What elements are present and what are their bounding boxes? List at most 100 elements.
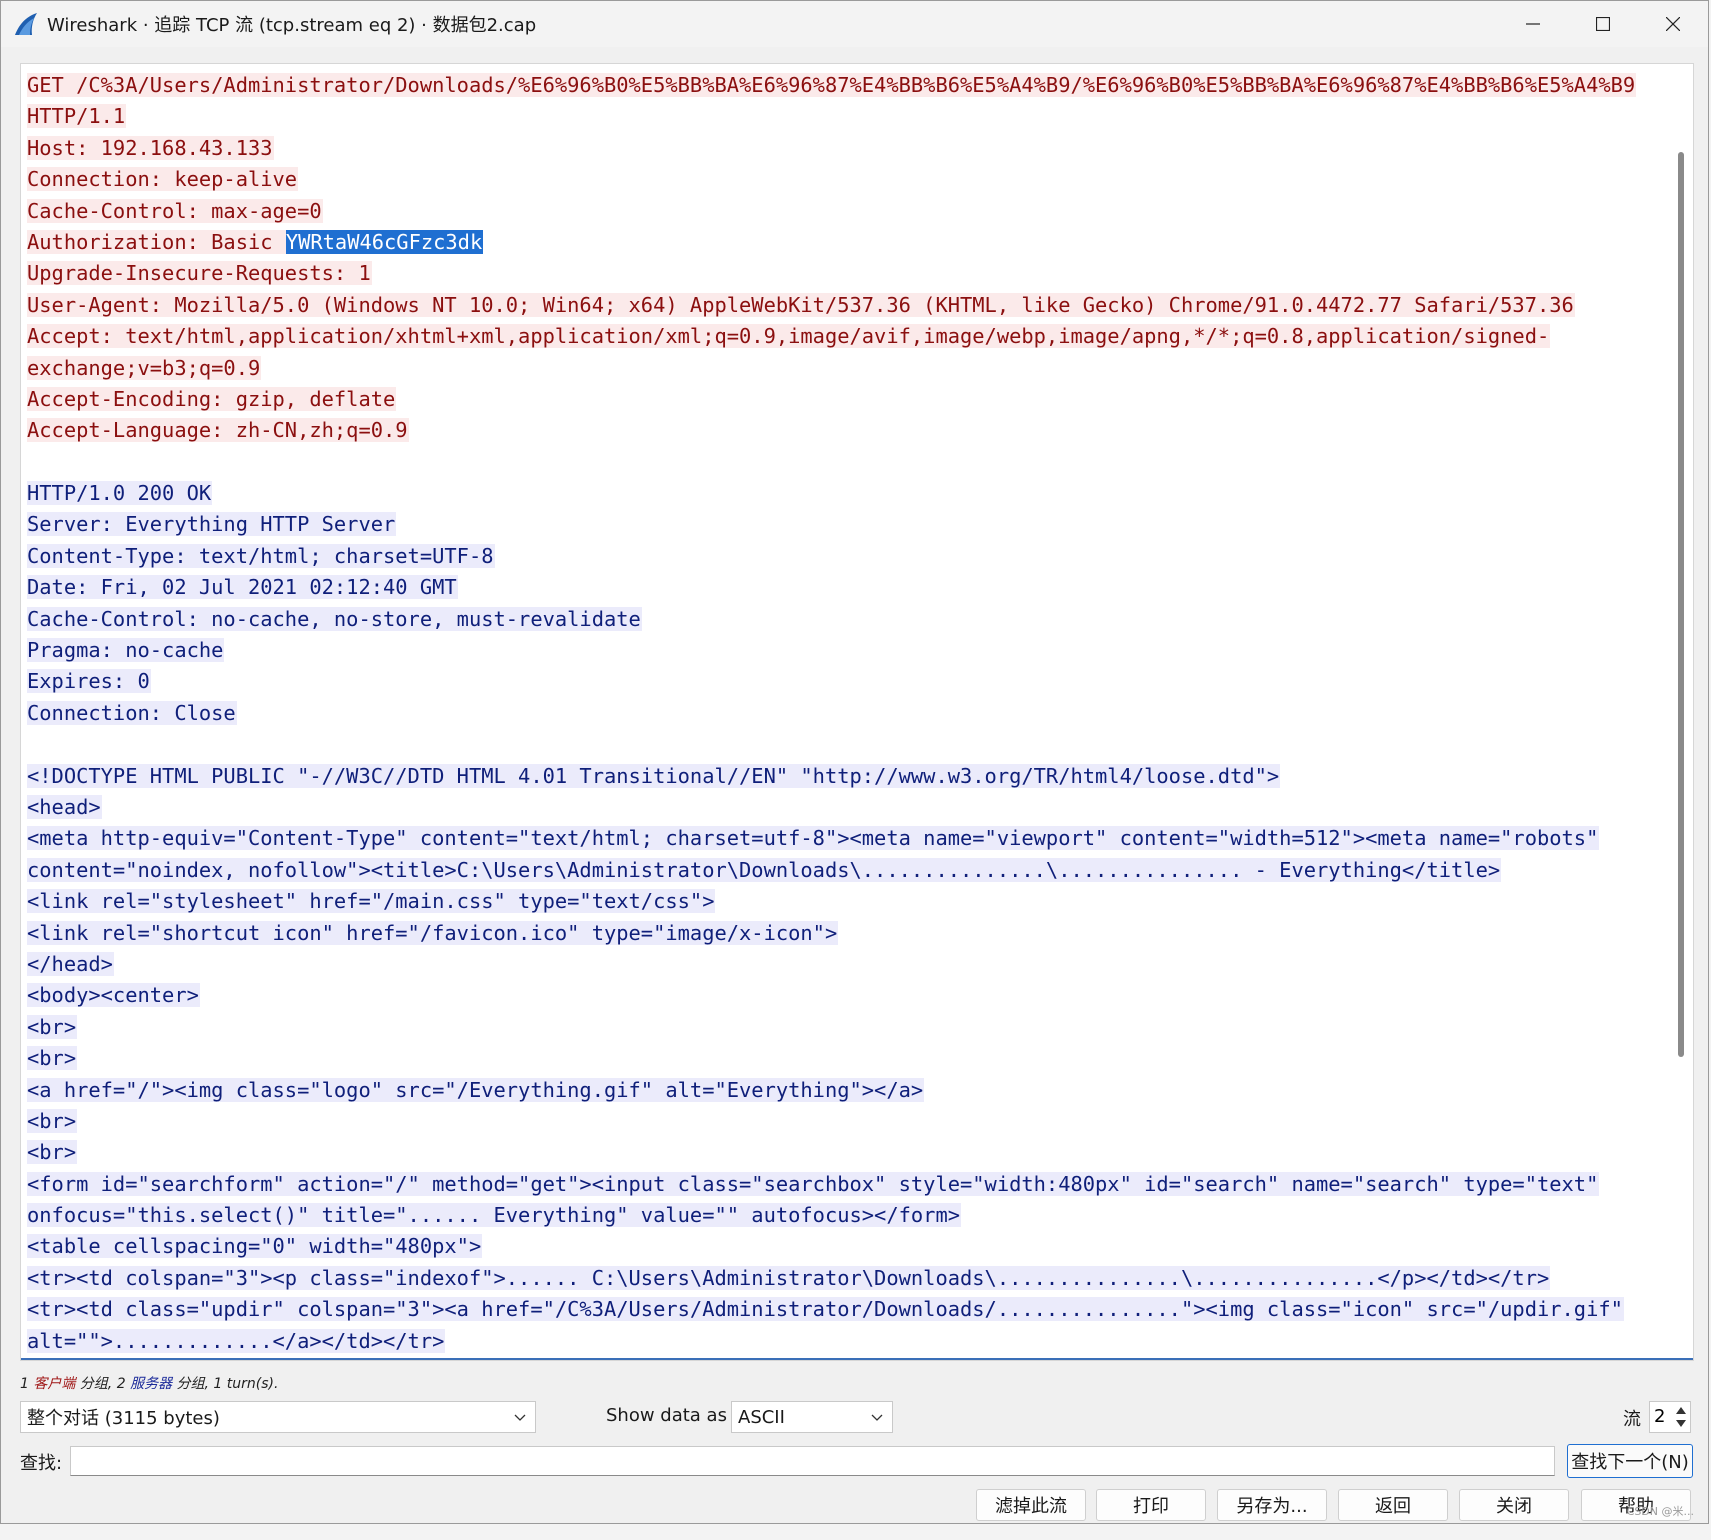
stream-text-segment: <form id="searchform" action="/" method=…	[27, 1171, 1600, 1196]
stream-text-segment: Authorization: Basic	[27, 229, 286, 254]
maximize-icon	[1596, 17, 1610, 31]
server-line: <!DOCTYPE HTML PUBLIC "-//W3C//DTD HTML …	[27, 761, 1667, 792]
stream-text-segment: Pragma: no-cache	[27, 638, 225, 663]
stream-text-segment: <link rel="shortcut icon" href="/favicon…	[27, 920, 839, 945]
stream-text[interactable]: GET /C%3A/Users/Administrator/Downloads/…	[27, 70, 1667, 1357]
stream-text-segment: HTTP/1.1	[27, 104, 127, 129]
scrollbar-thumb[interactable]	[1678, 152, 1684, 1057]
stream-text-segment: GET /C%3A/Users/Administrator/Downloads/…	[27, 73, 1637, 97]
selected-text: YWRtaW46cGFzc3dk	[285, 229, 484, 254]
stream-text-segment: Cache-Control: no-cache, no-store, must-…	[27, 606, 642, 631]
close-window-button[interactable]	[1638, 1, 1708, 47]
stream-text-segment: Accept: text/html,application/xhtml+xml,…	[27, 324, 1551, 349]
client-line: Accept: text/html,application/xhtml+xml,…	[27, 321, 1667, 352]
stream-text-segment: Connection: Close	[27, 700, 237, 725]
stream-text-segment: Host: 192.168.43.133	[27, 135, 274, 160]
maximize-button[interactable]	[1568, 1, 1638, 47]
server-line: Date: Fri, 02 Jul 2021 02:12:40 GMT	[27, 572, 1667, 603]
stream-text-segment: Content-Type: text/html; charset=UTF-8	[27, 543, 495, 568]
show-data-select[interactable]: ASCII	[731, 1401, 893, 1433]
client-line: GET /C%3A/Users/Administrator/Downloads/…	[27, 70, 1667, 101]
server-line: <br>	[27, 1106, 1667, 1137]
stream-text-segment: <br>	[27, 1140, 78, 1165]
minimize-button[interactable]	[1498, 1, 1568, 47]
client-line: Cache-Control: max-age=0	[27, 196, 1667, 227]
stream-number-spinbox[interactable]: 2	[1649, 1401, 1691, 1433]
server-line: HTTP/1.0 200 OK	[27, 478, 1667, 509]
server-line: Content-Type: text/html; charset=UTF-8	[27, 541, 1667, 572]
stream-text-segment: <a href="/"><img class="logo" src="/Ever…	[27, 1077, 925, 1102]
stream-text-segment: <!DOCTYPE HTML PUBLIC "-//W3C//DTD HTML …	[27, 763, 1281, 788]
stream-summary: 1 客户端 分组, 2 服务器 分组, 1 turn(s).	[20, 1373, 278, 1393]
conversation-select-value: 整个对话 (3115 bytes)	[27, 1408, 220, 1429]
server-line: <link rel="stylesheet" href="/main.css" …	[27, 886, 1667, 917]
show-data-select-value: ASCII	[738, 1406, 785, 1428]
server-line: Connection: Close	[27, 698, 1667, 729]
server-line: alt="">.............</a></td></tr>	[27, 1326, 1667, 1357]
chevron-down-icon	[871, 1414, 883, 1421]
server-line: <link rel="shortcut icon" href="/favicon…	[27, 918, 1667, 949]
stream-text-segment: <meta http-equiv="Content-Type" content=…	[27, 826, 1600, 851]
close-button[interactable]: 关闭	[1459, 1489, 1569, 1521]
server-line: <table cellspacing="0" width="480px">	[27, 1231, 1667, 1262]
stream-text-segment: <tr><td colspan="3"><p class="indexof">.…	[27, 1265, 1551, 1290]
client-line: Authorization: Basic YWRtaW46cGFzc3dk	[27, 227, 1667, 258]
stream-text-segment: Connection: keep-alive	[27, 167, 299, 192]
stream-text-segment: <head>	[27, 794, 102, 819]
back-button[interactable]: 返回	[1338, 1489, 1448, 1521]
server-label: 服务器	[130, 1376, 173, 1392]
stream-text-segment: content="noindex, nofollow"><title>C:\Us…	[27, 857, 1502, 882]
client-line: Upgrade-Insecure-Requests: 1	[27, 258, 1667, 289]
stream-text-segment: Cache-Control: max-age=0	[27, 198, 323, 223]
server-line: content="noindex, nofollow"><title>C:\Us…	[27, 855, 1667, 886]
server-line: <form id="searchform" action="/" method=…	[27, 1169, 1667, 1200]
conversation-select[interactable]: 整个对话 (3115 bytes)	[20, 1401, 536, 1433]
stream-text-segment: onfocus="this.select()" title="...... Ev…	[27, 1203, 961, 1228]
close-icon	[1666, 17, 1680, 31]
find-input[interactable]	[70, 1446, 1555, 1476]
stream-content-area[interactable]: GET /C%3A/Users/Administrator/Downloads/…	[20, 63, 1694, 1361]
chevron-down-icon	[514, 1414, 526, 1421]
spin-arrows-icon[interactable]	[1674, 1404, 1688, 1430]
client-line: User-Agent: Mozilla/5.0 (Windows NT 10.0…	[27, 290, 1667, 321]
find-next-button[interactable]: 查找下一个(N)	[1567, 1444, 1693, 1478]
focus-underline	[21, 1358, 1693, 1360]
stream-text-segment: Date: Fri, 02 Jul 2021 02:12:40 GMT	[27, 575, 458, 600]
server-line: <body><center>	[27, 980, 1667, 1011]
vertical-scrollbar[interactable]	[1675, 92, 1687, 1348]
stream-text-segment: <br>	[27, 1014, 78, 1039]
stream-text-segment: Expires: 0	[27, 669, 151, 694]
stream-text-segment: <link rel="stylesheet" href="/main.css" …	[27, 889, 716, 914]
minimize-icon	[1526, 23, 1540, 25]
client-line: Host: 192.168.43.133	[27, 133, 1667, 164]
wireshark-fin-icon	[15, 13, 37, 35]
stream-text-segment: Accept-Language: zh-CN,zh;q=0.9	[27, 418, 409, 443]
stream-text-segment: <body><center>	[27, 983, 200, 1008]
client-line: Accept-Language: zh-CN,zh;q=0.9	[27, 415, 1667, 446]
stream-text-segment: <br>	[27, 1046, 78, 1071]
stream-text-segment: Server: Everything HTTP Server	[27, 512, 397, 537]
stream-text-segment: Accept-Encoding: gzip, deflate	[27, 386, 397, 411]
server-line: <tr><td colspan="3"><p class="indexof">.…	[27, 1263, 1667, 1294]
stream-text-segment: <br>	[27, 1108, 78, 1133]
client-line: Accept-Encoding: gzip, deflate	[27, 384, 1667, 415]
print-button[interactable]: 打印	[1096, 1489, 1206, 1521]
client-label: 客户端	[33, 1376, 76, 1392]
stream-text-segment: </head>	[27, 951, 114, 976]
client-line: HTTP/1.1	[27, 101, 1667, 132]
stream-text-segment: alt="">.............</a></td></tr>	[27, 1328, 446, 1353]
server-line: Cache-Control: no-cache, no-store, must-…	[27, 604, 1667, 635]
find-label: 查找:	[20, 1453, 63, 1474]
stream-text-segment: <table cellspacing="0" width="480px">	[27, 1234, 483, 1259]
server-line: <br>	[27, 1043, 1667, 1074]
summary-text: 1	[20, 1376, 34, 1392]
summary-text: 分组, 2	[75, 1376, 131, 1392]
stream-text-segment: exchange;v=b3;q=0.9	[27, 355, 262, 380]
filter-out-stream-button[interactable]: 滤掉此流	[976, 1489, 1086, 1521]
server-line: Pragma: no-cache	[27, 635, 1667, 666]
save-as-button[interactable]: 另存为...	[1217, 1489, 1327, 1521]
server-line: <br>	[27, 1012, 1667, 1043]
client-line: exchange;v=b3;q=0.9	[27, 353, 1667, 384]
